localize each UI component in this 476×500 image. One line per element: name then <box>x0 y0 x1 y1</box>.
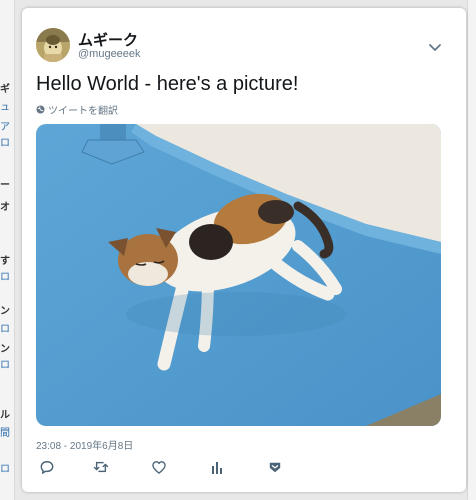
retweet-button[interactable] <box>90 456 112 478</box>
like-button[interactable] <box>148 456 170 478</box>
cat-photo-image <box>36 124 441 426</box>
background-fragment: ル <box>0 410 10 421</box>
background-fragment: ロ <box>0 464 10 475</box>
background-fragment: ギ <box>0 84 10 95</box>
tweet-photo[interactable] <box>36 124 441 426</box>
reply-button[interactable] <box>36 456 58 478</box>
avatar-image <box>36 28 70 62</box>
background-fragment: ン <box>0 344 10 355</box>
background-fragment: ロ <box>0 324 10 335</box>
background-fragment: ン <box>0 306 10 317</box>
chevron-down-icon <box>429 44 441 51</box>
user-handle[interactable]: @mugeeeek <box>78 48 141 60</box>
heart-icon <box>152 460 166 474</box>
analytics-icon <box>212 461 222 474</box>
background-fragment: ー <box>0 180 10 191</box>
background-fragment: 間 <box>0 428 10 439</box>
background-fragment: オ <box>0 202 10 213</box>
background-fragment: ュ <box>0 102 10 113</box>
background-page-right <box>467 0 476 500</box>
background-fragment: ロ <box>0 360 10 371</box>
background-fragment: ロ <box>0 138 10 149</box>
tweet-actions <box>36 456 456 478</box>
tweet-modal: ムギーク @mugeeeek Hello World - here's a pi… <box>22 8 466 492</box>
background-fragment: ロ <box>0 272 10 283</box>
reply-icon <box>40 461 54 474</box>
more-options-button[interactable] <box>427 39 443 55</box>
tweet-timestamp[interactable]: 23:08 - 2019年6月8日 <box>36 437 133 452</box>
background-fragment: ア <box>0 122 10 133</box>
translate-tweet-link[interactable]: ツイートを翻訳 <box>36 102 118 117</box>
avatar[interactable] <box>36 28 70 62</box>
translate-label: ツイートを翻訳 <box>48 106 118 117</box>
share-button[interactable] <box>264 456 286 478</box>
share-icon <box>269 462 281 472</box>
retweet-icon <box>93 461 109 473</box>
display-name[interactable]: ムギーク <box>78 29 138 50</box>
tweet-text: Hello World - here's a picture! <box>36 73 299 95</box>
globe-icon <box>36 105 45 114</box>
analytics-button[interactable] <box>206 456 228 478</box>
background-page-left: ギ ュ ア ロ ー オ す ロ ン ロ ン ロ ル 間 ロ <box>0 0 15 500</box>
background-fragment: す <box>0 256 10 267</box>
